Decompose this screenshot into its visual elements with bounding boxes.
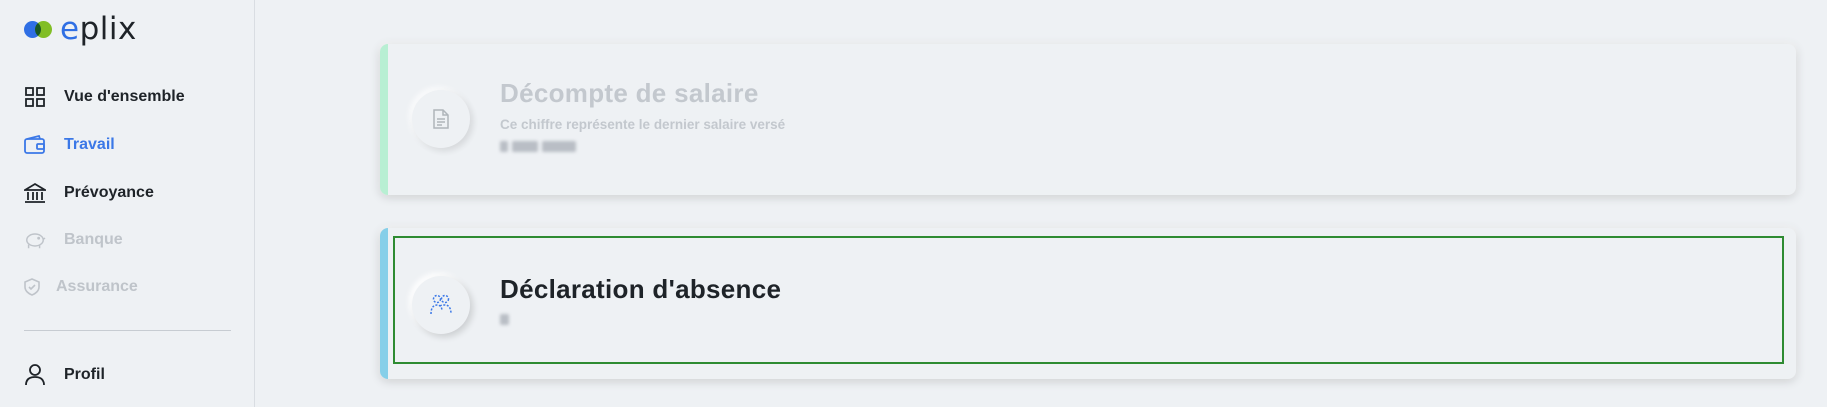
people-icon [412,276,470,334]
wallet-icon [24,134,46,156]
blurred-amount [500,141,576,153]
eplix-logo[interactable]: eplix [24,11,137,47]
card-title: Décompte de salaire [500,78,759,108]
user-icon [24,364,46,386]
sidebar-item-vue-ensemble[interactable]: Vue d'ensemble [24,84,185,110]
card-title: Déclaration d'absence [500,274,782,304]
sidebar-item-label: Travail [64,136,115,153]
sidebar-item-assurance[interactable]: Assurance [24,274,138,300]
sidebar-item-label: Prévoyance [64,184,154,201]
piggy-bank-icon [24,229,46,251]
sidebar-item-label: Vue d'ensemble [64,88,185,105]
sidebar-item-banque[interactable]: Banque [24,227,123,253]
logo-text: eplix [60,11,137,47]
sidebar-divider [24,330,231,331]
sidebar-item-label: Profil [64,366,105,383]
sidebar-item-travail[interactable]: Travail [24,132,115,158]
absence-declaration-card[interactable]: Déclaration d'absence [380,228,1796,379]
sidebar: eplix Vue d'ensemble Travail Prévoyance … [0,0,255,407]
shield-icon [24,276,40,298]
sidebar-item-prevoyance[interactable]: Prévoyance [24,180,154,206]
sidebar-item-label: Assurance [56,278,138,295]
grid-icon [24,86,46,108]
card-accent-bar [380,228,388,379]
document-icon [412,90,470,148]
card-subtitle: Ce chiffre représente le dernier salaire… [500,117,786,132]
blurred-value [500,314,509,326]
bank-icon [24,182,46,204]
salary-statement-card[interactable]: Décompte de salaire Ce chiffre représent… [380,44,1796,195]
sidebar-item-profil[interactable]: Profil [24,362,105,388]
card-accent-bar [380,44,388,195]
app-root: eplix Vue d'ensemble Travail Prévoyance … [0,0,1827,407]
sidebar-item-label: Banque [64,231,123,248]
logo-mark-icon [24,18,54,40]
